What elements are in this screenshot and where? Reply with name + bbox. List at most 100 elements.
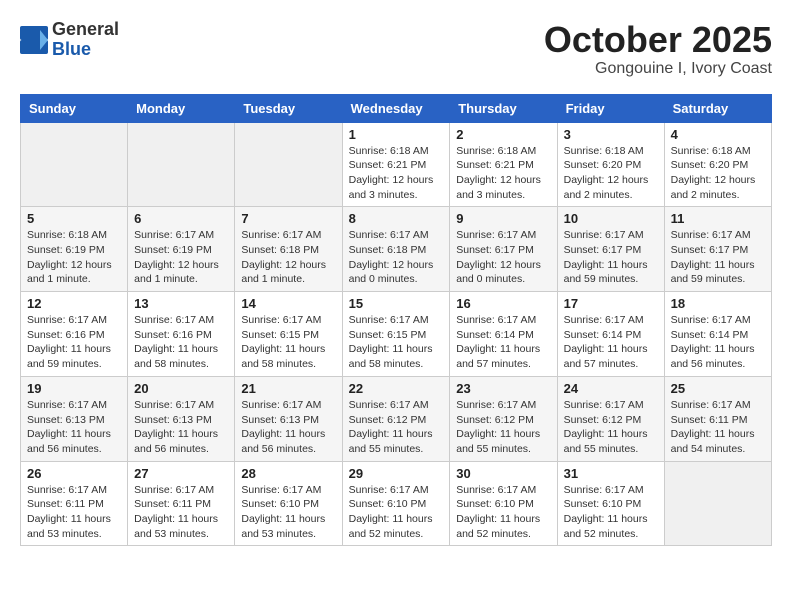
calendar-cell: 16 Sunrise: 6:17 AM Sunset: 6:14 PM Dayli… bbox=[450, 292, 557, 377]
day-number: 11 bbox=[671, 211, 765, 226]
day-info: Sunrise: 6:17 AM Sunset: 6:17 PM Dayligh… bbox=[456, 228, 550, 287]
calendar-cell: 20 Sunrise: 6:17 AM Sunset: 6:13 PM Dayli… bbox=[128, 376, 235, 461]
month-title: October 2025 bbox=[544, 20, 772, 60]
day-number: 22 bbox=[349, 381, 444, 396]
day-number: 4 bbox=[671, 127, 765, 142]
day-number: 8 bbox=[349, 211, 444, 226]
day-info: Sunrise: 6:17 AM Sunset: 6:14 PM Dayligh… bbox=[564, 313, 658, 372]
calendar-cell: 14 Sunrise: 6:17 AM Sunset: 6:15 PM Dayli… bbox=[235, 292, 342, 377]
day-info: Sunrise: 6:17 AM Sunset: 6:17 PM Dayligh… bbox=[671, 228, 765, 287]
day-info: Sunrise: 6:17 AM Sunset: 6:12 PM Dayligh… bbox=[349, 398, 444, 457]
day-info: Sunrise: 6:17 AM Sunset: 6:13 PM Dayligh… bbox=[27, 398, 121, 457]
calendar-cell: 7 Sunrise: 6:17 AM Sunset: 6:18 PM Daylig… bbox=[235, 207, 342, 292]
calendar-cell: 27 Sunrise: 6:17 AM Sunset: 6:11 PM Dayli… bbox=[128, 461, 235, 546]
day-number: 17 bbox=[564, 296, 658, 311]
day-info: Sunrise: 6:17 AM Sunset: 6:10 PM Dayligh… bbox=[241, 483, 335, 542]
column-header-friday: Friday bbox=[557, 94, 664, 122]
calendar-cell: 13 Sunrise: 6:17 AM Sunset: 6:16 PM Dayli… bbox=[128, 292, 235, 377]
calendar-week-row: 19 Sunrise: 6:17 AM Sunset: 6:13 PM Dayli… bbox=[21, 376, 772, 461]
day-info: Sunrise: 6:17 AM Sunset: 6:11 PM Dayligh… bbox=[671, 398, 765, 457]
day-info: Sunrise: 6:17 AM Sunset: 6:12 PM Dayligh… bbox=[564, 398, 658, 457]
column-header-wednesday: Wednesday bbox=[342, 94, 450, 122]
day-info: Sunrise: 6:17 AM Sunset: 6:14 PM Dayligh… bbox=[671, 313, 765, 372]
day-info: Sunrise: 6:18 AM Sunset: 6:20 PM Dayligh… bbox=[671, 144, 765, 203]
day-number: 3 bbox=[564, 127, 658, 142]
calendar-cell: 5 Sunrise: 6:18 AM Sunset: 6:19 PM Daylig… bbox=[21, 207, 128, 292]
calendar-cell bbox=[21, 122, 128, 207]
day-number: 29 bbox=[349, 466, 444, 481]
day-number: 28 bbox=[241, 466, 335, 481]
day-info: Sunrise: 6:17 AM Sunset: 6:13 PM Dayligh… bbox=[134, 398, 228, 457]
day-info: Sunrise: 6:17 AM Sunset: 6:10 PM Dayligh… bbox=[456, 483, 550, 542]
calendar: SundayMondayTuesdayWednesdayThursdayFrid… bbox=[20, 94, 772, 547]
day-info: Sunrise: 6:17 AM Sunset: 6:16 PM Dayligh… bbox=[27, 313, 121, 372]
day-info: Sunrise: 6:17 AM Sunset: 6:15 PM Dayligh… bbox=[349, 313, 444, 372]
day-info: Sunrise: 6:17 AM Sunset: 6:16 PM Dayligh… bbox=[134, 313, 228, 372]
day-number: 24 bbox=[564, 381, 658, 396]
logo-text: General Blue bbox=[52, 20, 119, 60]
day-number: 14 bbox=[241, 296, 335, 311]
day-number: 5 bbox=[27, 211, 121, 226]
day-info: Sunrise: 6:17 AM Sunset: 6:15 PM Dayligh… bbox=[241, 313, 335, 372]
day-number: 25 bbox=[671, 381, 765, 396]
logo-blue: Blue bbox=[52, 40, 119, 60]
day-info: Sunrise: 6:17 AM Sunset: 6:19 PM Dayligh… bbox=[134, 228, 228, 287]
calendar-header-row: SundayMondayTuesdayWednesdayThursdayFrid… bbox=[21, 94, 772, 122]
calendar-cell: 2Sunrise: 6:18 AM Sunset: 6:21 PM Daylig… bbox=[450, 122, 557, 207]
calendar-cell: 1 Sunrise: 6:18 AM Sunset: 6:21 PM Daylig… bbox=[342, 122, 450, 207]
column-header-saturday: Saturday bbox=[664, 94, 771, 122]
calendar-cell: 22 Sunrise: 6:17 AM Sunset: 6:12 PM Dayli… bbox=[342, 376, 450, 461]
calendar-cell bbox=[128, 122, 235, 207]
calendar-cell: 12Sunrise: 6:17 AM Sunset: 6:16 PM Dayli… bbox=[21, 292, 128, 377]
logo-icon bbox=[20, 26, 48, 54]
calendar-cell: 24 Sunrise: 6:17 AM Sunset: 6:12 PM Dayli… bbox=[557, 376, 664, 461]
day-info: Sunrise: 6:18 AM Sunset: 6:21 PM Dayligh… bbox=[456, 144, 550, 203]
column-header-thursday: Thursday bbox=[450, 94, 557, 122]
logo: General Blue bbox=[20, 20, 119, 60]
calendar-cell: 19 Sunrise: 6:17 AM Sunset: 6:13 PM Dayli… bbox=[21, 376, 128, 461]
calendar-week-row: 12Sunrise: 6:17 AM Sunset: 6:16 PM Dayli… bbox=[21, 292, 772, 377]
day-number: 10 bbox=[564, 211, 658, 226]
day-number: 18 bbox=[671, 296, 765, 311]
day-number: 21 bbox=[241, 381, 335, 396]
calendar-cell: 21Sunrise: 6:17 AM Sunset: 6:13 PM Dayli… bbox=[235, 376, 342, 461]
day-info: Sunrise: 6:17 AM Sunset: 6:10 PM Dayligh… bbox=[349, 483, 444, 542]
day-number: 26 bbox=[27, 466, 121, 481]
calendar-cell: 6 Sunrise: 6:17 AM Sunset: 6:19 PM Daylig… bbox=[128, 207, 235, 292]
calendar-week-row: 26 Sunrise: 6:17 AM Sunset: 6:11 PM Dayli… bbox=[21, 461, 772, 546]
day-number: 27 bbox=[134, 466, 228, 481]
day-number: 23 bbox=[456, 381, 550, 396]
calendar-cell: 3 Sunrise: 6:18 AM Sunset: 6:20 PM Daylig… bbox=[557, 122, 664, 207]
day-number: 20 bbox=[134, 381, 228, 396]
calendar-cell: 4 Sunrise: 6:18 AM Sunset: 6:20 PM Daylig… bbox=[664, 122, 771, 207]
calendar-cell bbox=[235, 122, 342, 207]
calendar-week-row: 5 Sunrise: 6:18 AM Sunset: 6:19 PM Daylig… bbox=[21, 207, 772, 292]
day-info: Sunrise: 6:17 AM Sunset: 6:14 PM Dayligh… bbox=[456, 313, 550, 372]
calendar-cell: 29 Sunrise: 6:17 AM Sunset: 6:10 PM Dayli… bbox=[342, 461, 450, 546]
day-number: 13 bbox=[134, 296, 228, 311]
calendar-cell bbox=[664, 461, 771, 546]
day-number: 16 bbox=[456, 296, 550, 311]
day-info: Sunrise: 6:17 AM Sunset: 6:12 PM Dayligh… bbox=[456, 398, 550, 457]
calendar-cell: 31Sunrise: 6:17 AM Sunset: 6:10 PM Dayli… bbox=[557, 461, 664, 546]
day-number: 15 bbox=[349, 296, 444, 311]
day-number: 6 bbox=[134, 211, 228, 226]
column-header-tuesday: Tuesday bbox=[235, 94, 342, 122]
calendar-cell: 18 Sunrise: 6:17 AM Sunset: 6:14 PM Dayli… bbox=[664, 292, 771, 377]
day-info: Sunrise: 6:18 AM Sunset: 6:20 PM Dayligh… bbox=[564, 144, 658, 203]
calendar-cell: 25 Sunrise: 6:17 AM Sunset: 6:11 PM Dayli… bbox=[664, 376, 771, 461]
location: Gongouine I, Ivory Coast bbox=[544, 60, 772, 78]
day-info: Sunrise: 6:18 AM Sunset: 6:21 PM Dayligh… bbox=[349, 144, 444, 203]
header: General Blue October 2025 Gongouine I, I… bbox=[20, 20, 772, 78]
calendar-cell: 30Sunrise: 6:17 AM Sunset: 6:10 PM Dayli… bbox=[450, 461, 557, 546]
day-info: Sunrise: 6:17 AM Sunset: 6:18 PM Dayligh… bbox=[241, 228, 335, 287]
day-number: 9 bbox=[456, 211, 550, 226]
calendar-cell: 26 Sunrise: 6:17 AM Sunset: 6:11 PM Dayli… bbox=[21, 461, 128, 546]
day-info: Sunrise: 6:17 AM Sunset: 6:11 PM Dayligh… bbox=[134, 483, 228, 542]
day-info: Sunrise: 6:18 AM Sunset: 6:19 PM Dayligh… bbox=[27, 228, 121, 287]
day-number: 19 bbox=[27, 381, 121, 396]
day-number: 7 bbox=[241, 211, 335, 226]
day-number: 1 bbox=[349, 127, 444, 142]
day-info: Sunrise: 6:17 AM Sunset: 6:11 PM Dayligh… bbox=[27, 483, 121, 542]
calendar-cell: 9 Sunrise: 6:17 AM Sunset: 6:17 PM Daylig… bbox=[450, 207, 557, 292]
